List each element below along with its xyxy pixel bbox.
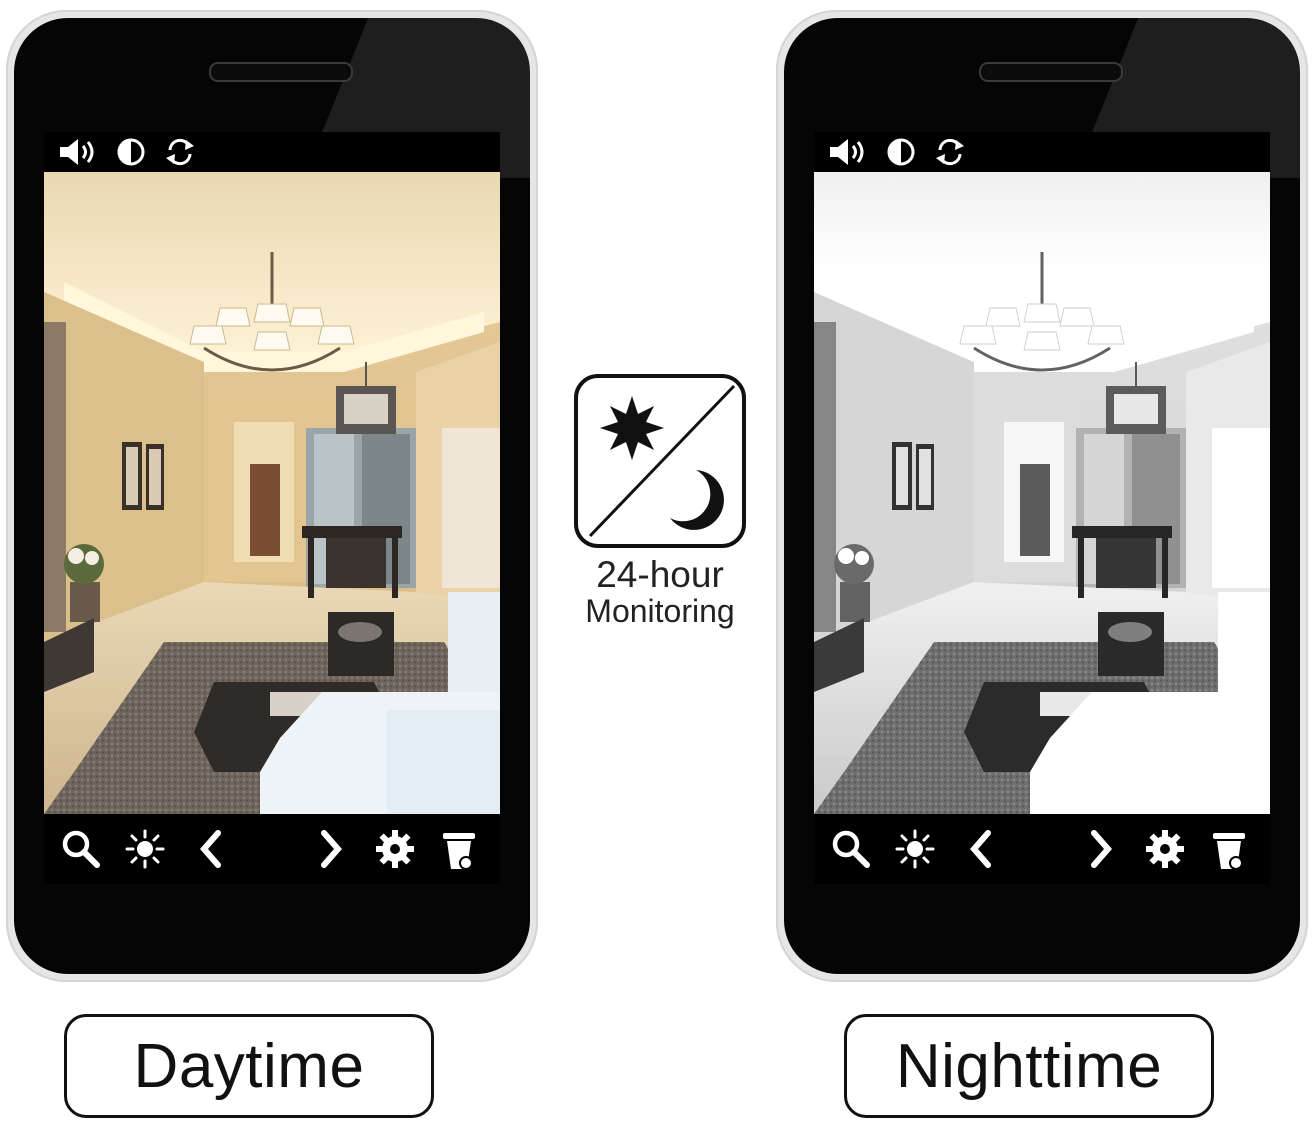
top-toolbar: [814, 132, 1270, 172]
sun-icon: [600, 396, 664, 460]
daytime-label-box: Daytime: [64, 1014, 434, 1118]
trash-icon[interactable]: [1206, 826, 1252, 872]
moon-icon: [670, 470, 724, 530]
badge-line1: 24-hour: [596, 554, 724, 595]
camera-view: [814, 172, 1270, 814]
phone-body: [14, 18, 530, 974]
search-icon[interactable]: [58, 826, 104, 872]
brightness-icon[interactable]: [892, 826, 938, 872]
refresh-icon[interactable]: [934, 136, 966, 168]
bottom-toolbar: [814, 814, 1270, 884]
chevron-left-icon[interactable]: [958, 826, 1004, 872]
day-night-badge: [574, 374, 746, 548]
phone-screen: [814, 132, 1270, 884]
contrast-icon[interactable]: [116, 137, 146, 167]
chevron-left-icon[interactable]: [188, 826, 234, 872]
gear-icon[interactable]: [372, 826, 418, 872]
phone-body: [784, 18, 1300, 974]
gear-icon[interactable]: [1142, 826, 1188, 872]
phone-nighttime: [776, 10, 1308, 982]
refresh-icon[interactable]: [164, 136, 196, 168]
brightness-icon[interactable]: [122, 826, 168, 872]
camera-view: [44, 172, 500, 814]
phone-daytime: [6, 10, 538, 982]
contrast-icon[interactable]: [886, 137, 916, 167]
badge-line2: Monitoring: [585, 593, 735, 629]
search-icon[interactable]: [828, 826, 874, 872]
chevron-right-icon[interactable]: [308, 826, 354, 872]
badge-caption: 24-hour Monitoring: [556, 554, 764, 629]
phone-screen: [44, 132, 500, 884]
speaker-icon[interactable]: [828, 137, 868, 167]
nighttime-label-box: Nighttime: [844, 1014, 1214, 1118]
nighttime-label: Nighttime: [895, 1031, 1163, 1101]
earpiece-speaker: [209, 62, 353, 82]
earpiece-speaker: [979, 62, 1123, 82]
trash-icon[interactable]: [436, 826, 482, 872]
daytime-label: Daytime: [133, 1031, 365, 1101]
top-toolbar: [44, 132, 500, 172]
chevron-right-icon[interactable]: [1078, 826, 1124, 872]
bottom-toolbar: [44, 814, 500, 884]
speaker-icon[interactable]: [58, 137, 98, 167]
